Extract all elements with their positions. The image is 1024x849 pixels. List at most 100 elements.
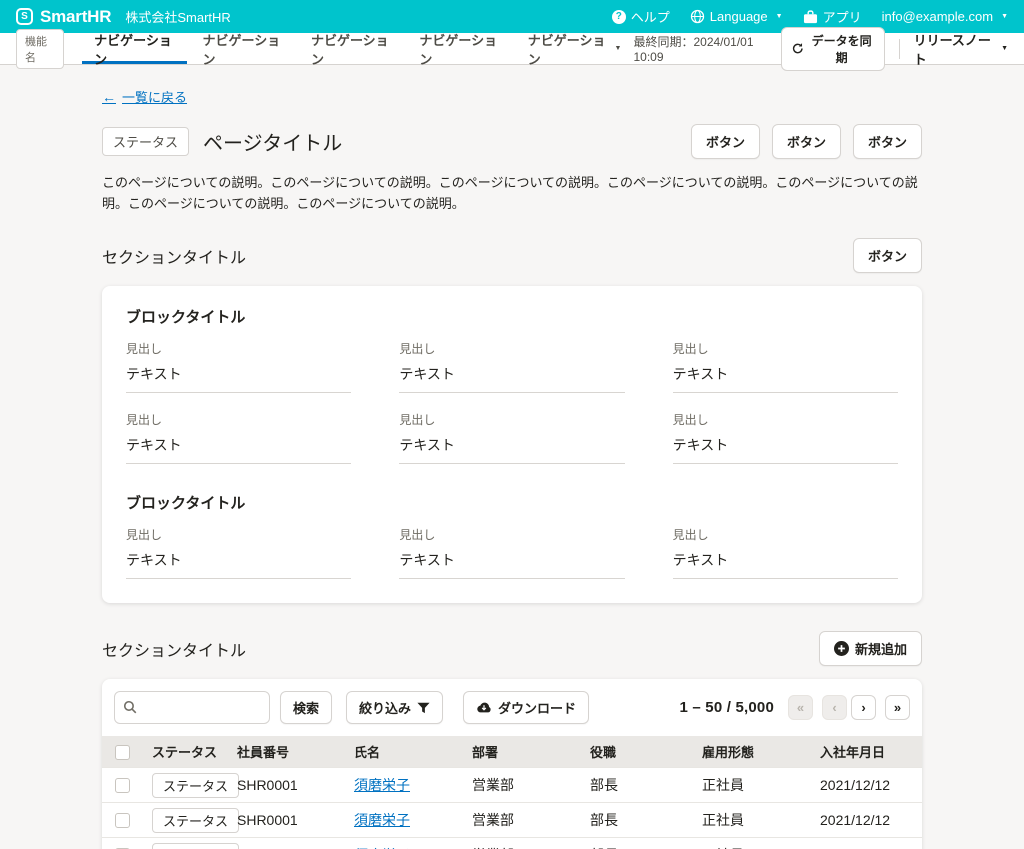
nav-tab-2[interactable]: ナビゲーション [191, 33, 295, 64]
table-toolbar: 検索 絞り込み ダウンロード 1 – 50 / 5,000 « ‹ › » [102, 679, 922, 736]
field: 見出しテキスト [399, 411, 624, 464]
page-action-button-2[interactable]: ボタン [772, 124, 841, 159]
table-row: ステータス SHR0001 須磨栄子 営業部 部長 正社員 2021/12/12 [102, 838, 922, 849]
field-value: テキスト [399, 550, 624, 579]
department-cell: 営業部 [458, 768, 576, 803]
field-label: 見出し [399, 411, 624, 428]
column-header-employment-type: 雇用形態 [688, 736, 806, 768]
filter-button[interactable]: 絞り込み [346, 691, 443, 724]
help-menu[interactable]: ? ヘルプ [612, 7, 670, 26]
column-header-status: ステータス [138, 736, 223, 768]
column-header-employee-id: 社員番号 [223, 736, 340, 768]
column-header-name: 氏名 [340, 736, 458, 768]
nav-tab-3[interactable]: ナビゲーション [299, 33, 403, 64]
table-card: 検索 絞り込み ダウンロード 1 – 50 / 5,000 « ‹ › » [102, 679, 922, 849]
page-action-button-1[interactable]: ボタン [691, 124, 760, 159]
nav-tab-label: ナビゲーション [311, 30, 391, 68]
left-arrow-icon: ← [102, 89, 116, 105]
sync-data-label: データを同期 [810, 32, 874, 66]
release-notes-menu[interactable]: リリースノート ▼ [914, 30, 1008, 68]
hire-date-cell: 2021/12/12 [806, 768, 922, 803]
row-checkbox[interactable] [115, 778, 130, 793]
search-wrap [114, 691, 270, 724]
field-value: テキスト [126, 435, 351, 464]
nav-tab-1[interactable]: ナビゲーション [82, 33, 186, 64]
position-cell: 部長 [576, 768, 688, 803]
status-badge: ステータス [152, 773, 239, 798]
field: 見出しテキスト [126, 340, 351, 393]
page-description: このページについての説明。このページについての説明。このページについての説明。こ… [102, 172, 922, 214]
nav-tab-4[interactable]: ナビゲーション [407, 33, 511, 64]
field-value: テキスト [399, 435, 624, 464]
brand-logo[interactable]: S SmartHR [16, 7, 111, 27]
pagination-first-button[interactable]: « [788, 695, 813, 720]
section1-action-button[interactable]: ボタン [853, 238, 922, 273]
section2-title: セクションタイトル [102, 637, 246, 661]
status-badge: ステータス [152, 808, 239, 833]
nav-tab-label: ナビゲーション [203, 30, 283, 68]
section1-head: セクションタイトル ボタン [102, 238, 922, 273]
field-label: 見出し [399, 340, 624, 357]
employment-type-cell: 正社員 [688, 838, 806, 849]
column-header-position: 役職 [576, 736, 688, 768]
brand-name: SmartHR [40, 7, 111, 27]
language-menu[interactable]: Language ▼ [690, 9, 783, 24]
feature-name-badge: 機能名 [16, 29, 64, 69]
download-button[interactable]: ダウンロード [463, 691, 589, 724]
help-icon: ? [612, 10, 626, 24]
field-label: 見出し [673, 340, 898, 357]
language-label: Language [710, 9, 768, 24]
status-badge: ステータス [152, 843, 239, 849]
table-row: ステータス SHR0001 須磨栄子 営業部 部長 正社員 2021/12/12 [102, 768, 922, 803]
pagination-last-button[interactable]: » [885, 695, 910, 720]
field-label: 見出し [126, 411, 351, 428]
position-cell: 部長 [576, 803, 688, 838]
hire-date-cell: 2021/12/12 [806, 803, 922, 838]
add-new-button[interactable]: 新規追加 [819, 631, 922, 666]
filter-label: 絞り込み [359, 698, 411, 717]
block1-title: ブロックタイトル [126, 306, 898, 327]
field-value: テキスト [673, 435, 898, 464]
page-action-button-3[interactable]: ボタン [853, 124, 922, 159]
account-menu[interactable]: info@example.com ▼ [882, 9, 1008, 24]
account-email: info@example.com [882, 9, 993, 24]
field-label: 見出し [126, 526, 351, 543]
block2-title: ブロックタイトル [126, 492, 898, 513]
last-sync-text: 最終同期：2024/01/01 10:09 [633, 33, 771, 64]
briefcase-icon [803, 10, 818, 24]
pagination-prev-button[interactable]: ‹ [822, 695, 847, 720]
table-row: ステータス SHR0001 須磨栄子 営業部 部長 正社員 2021/12/12 [102, 803, 922, 838]
page-header-buttons: ボタン ボタン ボタン [691, 124, 922, 159]
employment-type-cell: 正社員 [688, 768, 806, 803]
apps-label: アプリ [823, 7, 862, 26]
employee-name-link[interactable]: 須磨栄子 [354, 812, 410, 828]
pagination-range: 1 – 50 / 5,000 [679, 699, 774, 716]
sync-data-button[interactable]: データを同期 [781, 27, 885, 71]
search-button[interactable]: 検索 [280, 691, 332, 724]
employee-id-cell: SHR0001 [223, 803, 340, 838]
chevron-down-icon: ▼ [1001, 45, 1008, 52]
pagination-next-button[interactable]: › [851, 695, 876, 720]
search-input[interactable] [114, 691, 270, 724]
department-cell: 営業部 [458, 838, 576, 849]
select-all-checkbox[interactable] [115, 745, 130, 760]
field-value: テキスト [673, 364, 898, 393]
nav-tab-label: ナビゲーション [94, 30, 174, 68]
nav-tab-label: ナビゲーション [528, 30, 607, 68]
employee-name-link[interactable]: 須磨栄子 [354, 777, 410, 793]
apps-menu[interactable]: アプリ [803, 7, 862, 26]
field: 見出しテキスト [399, 526, 624, 579]
smarthr-logo-icon: S [16, 8, 33, 25]
employee-id-cell: SHR0001 [223, 768, 340, 803]
hire-date-cell: 2021/12/12 [806, 838, 922, 849]
row-checkbox[interactable] [115, 813, 130, 828]
field-value: テキスト [673, 550, 898, 579]
field: 見出しテキスト [399, 340, 624, 393]
block1-fields: 見出しテキスト 見出しテキスト 見出しテキスト 見出しテキスト 見出しテキスト … [126, 340, 898, 464]
back-to-list-link[interactable]: ← 一覧に戻る [102, 87, 187, 106]
column-header-department: 部署 [458, 736, 576, 768]
nav-tab-5[interactable]: ナビゲーション▼ [516, 33, 634, 64]
cloud-download-icon [476, 702, 492, 714]
page-title: ページタイトル [203, 127, 342, 156]
table-header-row: ステータス 社員番号 氏名 部署 役職 雇用形態 入社年月日 [102, 736, 922, 768]
